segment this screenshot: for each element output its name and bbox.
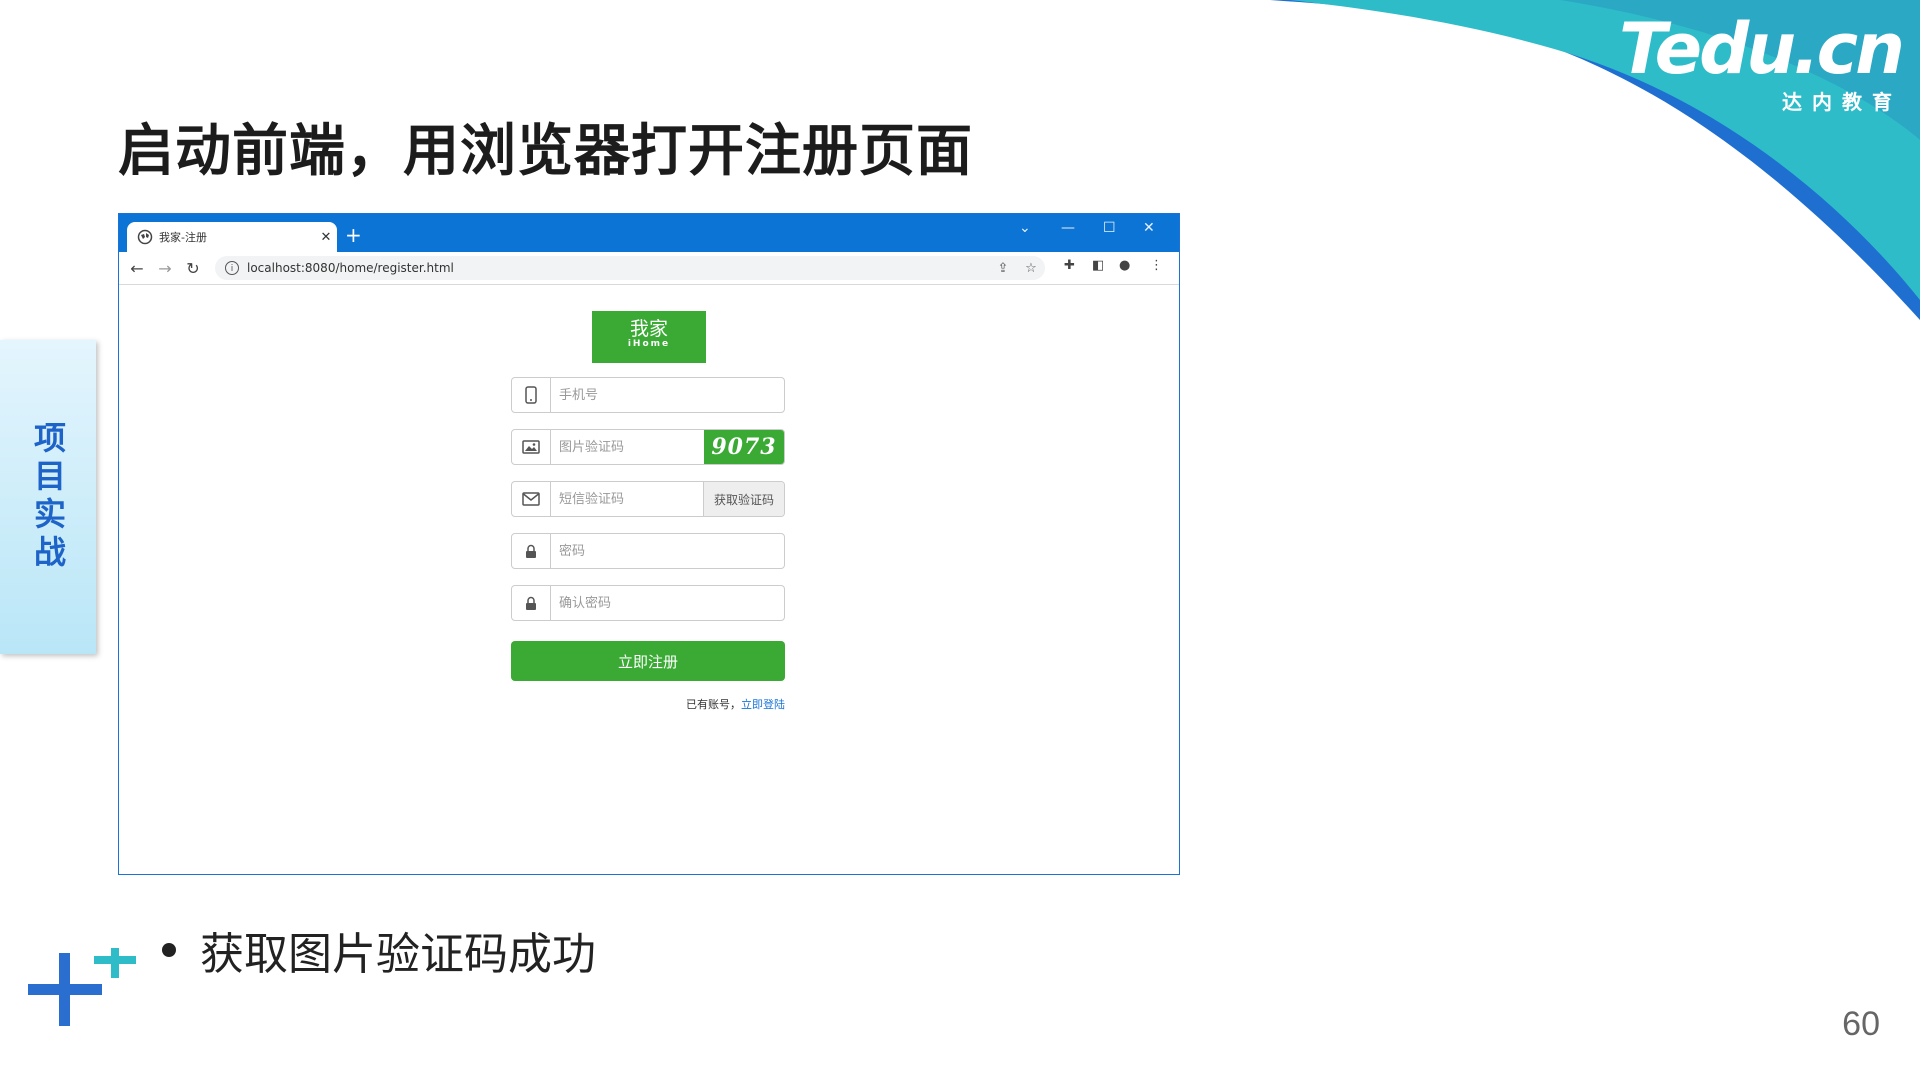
field-addon xyxy=(512,586,551,620)
brand-logo-text: Tedu.cn xyxy=(1618,8,1905,90)
maximize-button[interactable]: ☐ xyxy=(1103,220,1116,236)
password-field xyxy=(511,533,785,569)
envelope-icon xyxy=(522,492,540,506)
tab-title: 我家-注册 xyxy=(159,231,207,244)
field-addon xyxy=(512,482,551,516)
page-number: 60 xyxy=(1842,1005,1880,1043)
field-addon xyxy=(512,430,551,464)
ihome-logo: 我家 iHome xyxy=(592,311,706,363)
bullet-text: 获取图片验证码成功 xyxy=(200,929,596,980)
side-panel-icon[interactable]: ◧ xyxy=(1092,258,1104,273)
get-sms-code-button[interactable]: 获取验证码 xyxy=(703,482,784,516)
back-arrow-icon[interactable]: ← xyxy=(123,259,151,278)
field-addon xyxy=(512,534,551,568)
login-prompt: 已有账号，立即登陆 xyxy=(511,696,785,712)
have-account-text: 已有账号， xyxy=(686,698,741,711)
browser-tab[interactable]: 我家-注册 ✕ xyxy=(127,222,337,252)
address-url[interactable]: localhost:8080/home/register.html xyxy=(247,261,989,275)
tab-search-icon[interactable]: ⌄ xyxy=(1019,220,1031,236)
profile-avatar-icon[interactable]: ● xyxy=(1119,258,1130,273)
side-section-tab: 项目实战 xyxy=(0,340,96,654)
captcha-image[interactable]: 9073 xyxy=(704,430,784,464)
browser-toolbar: ← → ↻ i localhost:8080/home/register.htm… xyxy=(119,252,1179,285)
confirm-password-field xyxy=(511,585,785,621)
forward-arrow-icon[interactable]: → xyxy=(151,259,179,278)
confirm-password-input[interactable] xyxy=(551,586,784,620)
lock-icon xyxy=(526,596,536,610)
reload-icon[interactable]: ↻ xyxy=(179,259,207,278)
logo-english-text: iHome xyxy=(627,339,671,349)
login-link[interactable]: 立即登陆 xyxy=(741,698,785,711)
register-page: 我家 iHome 9073 xyxy=(119,285,1179,873)
globe-icon xyxy=(137,229,153,245)
new-tab-button[interactable]: + xyxy=(345,223,362,247)
register-button[interactable]: 立即注册 xyxy=(511,641,785,681)
lock-icon xyxy=(526,544,536,558)
close-window-button[interactable]: ✕ xyxy=(1143,220,1155,236)
address-bar[interactable]: i localhost:8080/home/register.html ⇪ ☆ xyxy=(215,256,1045,280)
bullet-item: 获取图片验证码成功 xyxy=(162,918,596,982)
browser-window: 我家-注册 ✕ + ⌄ — ☐ ✕ ← → ↻ i localhost:8080… xyxy=(118,213,1180,875)
browser-menu-icon[interactable]: ⋮ xyxy=(1150,258,1163,273)
image-icon xyxy=(522,440,540,454)
side-section-tab-label: 项目实战 xyxy=(29,421,67,573)
extensions-puzzle-icon[interactable]: ✚ xyxy=(1064,258,1075,273)
password-input[interactable] xyxy=(551,534,784,568)
share-icon[interactable]: ⇪ xyxy=(989,261,1017,276)
field-addon xyxy=(512,378,551,412)
mobile-phone-icon xyxy=(525,386,537,404)
browser-titlebar: 我家-注册 ✕ + ⌄ — ☐ ✕ xyxy=(119,214,1179,252)
brand-logo: Tedu.cn 达内教育 xyxy=(1618,8,1905,115)
bookmark-star-icon[interactable]: ☆ xyxy=(1017,261,1045,276)
logo-chinese-text: 我家 xyxy=(629,318,668,340)
brand-subtitle: 达内教育 xyxy=(1782,90,1902,114)
sms-code-field: 获取验证码 xyxy=(511,481,785,517)
mobile-input[interactable] xyxy=(551,378,784,412)
image-code-input[interactable] xyxy=(551,430,704,464)
image-code-field: 9073 xyxy=(511,429,785,465)
sms-code-input[interactable] xyxy=(551,482,703,516)
bullet-dot xyxy=(162,943,176,957)
slide-title: 启动前端，用浏览器打开注册页面 xyxy=(118,119,973,184)
minimize-button[interactable]: — xyxy=(1061,220,1075,236)
tab-close-icon[interactable]: ✕ xyxy=(315,230,337,245)
site-info-icon[interactable]: i xyxy=(225,261,239,275)
plus-decoration xyxy=(28,948,136,1026)
mobile-field xyxy=(511,377,785,413)
